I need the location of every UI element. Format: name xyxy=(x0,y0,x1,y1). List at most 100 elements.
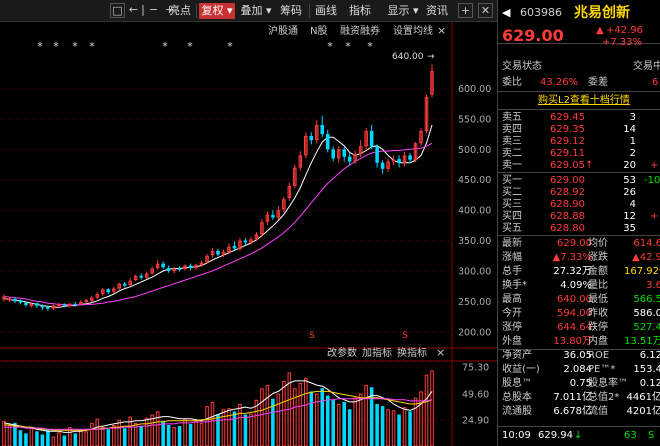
news-button[interactable]: 资讯 xyxy=(424,3,450,19)
volume-bar xyxy=(166,425,171,446)
highlights-button[interactable]: 亮点 xyxy=(166,3,194,19)
candle-body xyxy=(57,304,61,306)
commission-ratio-value: 43.26% xyxy=(540,77,579,88)
stat-label: 今开 xyxy=(502,308,522,319)
add-icon[interactable]: + xyxy=(458,3,473,18)
indicator-menu-item[interactable]: 改参数 xyxy=(327,346,357,359)
volume-bar xyxy=(144,417,149,446)
volume-bar xyxy=(408,411,412,446)
volume-bar xyxy=(172,427,176,446)
stat-value: 167.92亿 xyxy=(624,266,660,277)
close-icon[interactable]: ✕ xyxy=(478,3,493,18)
event-star-icon: * xyxy=(162,40,168,53)
candle-body xyxy=(35,303,39,306)
candle-body xyxy=(391,159,396,162)
stat-label: 跌停 xyxy=(588,322,608,333)
stat-label: ROE xyxy=(588,350,610,361)
volume-bar xyxy=(254,399,259,446)
bid-volume: 35 xyxy=(623,223,636,234)
candle-body xyxy=(188,265,193,268)
volume-bar xyxy=(282,380,286,446)
candle-body xyxy=(271,215,275,218)
stat-value: ▲7.33% xyxy=(552,252,592,263)
price-tick-label: 450.00 xyxy=(458,175,491,186)
stat-value: 153.4 xyxy=(633,364,660,375)
kline-chart-area[interactable]: 600.00 550.00 500.00 450.00 400.00 350.00 300.… xyxy=(0,22,497,446)
indicator-menu-item[interactable]: 加指标 xyxy=(362,346,392,359)
candle-body xyxy=(408,155,412,160)
indicator-close-icon[interactable]: × xyxy=(436,346,445,359)
stat-value: 6.678亿 xyxy=(553,406,592,417)
event-star-icon: * xyxy=(89,40,95,53)
price-tick-label: 550.00 xyxy=(458,114,491,125)
toolbar-separator xyxy=(309,4,310,18)
ask-volume: 3 xyxy=(629,112,636,123)
volume-bar xyxy=(276,393,281,446)
volume-bar xyxy=(265,385,270,446)
volume-bar xyxy=(342,401,346,446)
volume-bar xyxy=(424,374,429,446)
overlay-button[interactable]: 叠加 ▾ xyxy=(238,3,274,19)
display-button[interactable]: 显示 ▾ xyxy=(385,3,421,19)
ask-price: 629.11 xyxy=(550,148,585,159)
bid-price: 629.00 xyxy=(550,175,585,186)
drawing-button[interactable]: 画线 xyxy=(313,3,339,19)
ask-price: 629.12 xyxy=(550,136,585,147)
candle-body xyxy=(232,246,237,249)
volume-bar xyxy=(79,430,83,446)
trade-status-value: 交易中 xyxy=(633,61,660,72)
candle-body xyxy=(331,149,336,159)
stat-value: 629.00 xyxy=(557,238,592,249)
volume-bar xyxy=(347,409,352,446)
volume-bar xyxy=(260,388,264,446)
event-tag: 沪股通 xyxy=(268,24,298,37)
volume-bar xyxy=(397,414,401,446)
volume-bar xyxy=(35,431,39,446)
volume-bar xyxy=(122,428,127,446)
candle-body xyxy=(347,156,352,162)
candle-body xyxy=(7,298,12,301)
volume-bar xyxy=(117,419,122,446)
stat-label: PE™* xyxy=(588,364,616,375)
bid-price: 628.80 xyxy=(550,223,585,234)
volume-bar xyxy=(90,422,94,446)
select-box-icon[interactable]: □ xyxy=(110,3,125,18)
stat-label: 收益(一) xyxy=(502,364,540,375)
commission-diff-value: 6 xyxy=(652,77,659,88)
tick-footer: 10:09 629.94 ↓ 63 S xyxy=(498,426,660,446)
ma5-line xyxy=(3,124,433,309)
zoom-out-icon[interactable]: − xyxy=(146,3,161,18)
back-arrow-icon[interactable]: ← xyxy=(126,3,141,18)
kline-chart[interactable]: 600.00 550.00 500.00 450.00 400.00 350.00 300.… xyxy=(0,22,497,446)
stat-value: 640.00 xyxy=(557,294,592,305)
high-arrow-icon: → xyxy=(427,52,435,62)
volume-bar xyxy=(73,433,78,446)
ask-volume: 1 xyxy=(629,136,636,147)
stat-label: 涨停 xyxy=(502,322,522,333)
indicator-button[interactable]: 指标 xyxy=(347,3,373,19)
candle-body xyxy=(216,250,220,255)
tick-price: 629.94 xyxy=(538,430,573,441)
volume-bar xyxy=(353,397,357,446)
ask-level-label: 卖一 xyxy=(502,160,522,171)
volume-bar xyxy=(188,423,193,446)
stat-value: 527.4 xyxy=(633,322,660,333)
candle-body xyxy=(18,300,23,303)
chips-button[interactable]: 筹码 xyxy=(278,3,304,19)
adjust-button[interactable]: 复权 ▾ xyxy=(199,3,235,19)
divider xyxy=(498,91,660,92)
collapse-arrow-icon[interactable]: ◀ xyxy=(502,7,510,19)
volume-bar xyxy=(177,426,182,446)
stat-label: 总值2* xyxy=(588,392,620,403)
volume-bar xyxy=(325,395,330,446)
quote-panel: ◀ 603986 兆易创新 629.00 ▲ +42.96 +7.33% 交易状… xyxy=(497,0,660,446)
stat-value: 4201亿 xyxy=(626,406,660,417)
volume-bar xyxy=(221,409,226,446)
event-tag: N股 xyxy=(310,25,327,37)
candle-body xyxy=(243,240,248,243)
indicator-menu-item[interactable]: 换指标 xyxy=(397,346,427,359)
level2-promo-link[interactable]: 购买L2查看十档行情 xyxy=(538,95,630,107)
volume-bar xyxy=(84,431,89,446)
quote-header: ◀ 603986 兆易创新 629.00 ▲ +42.96 +7.33% xyxy=(498,0,660,48)
bid-level-label: 买五 xyxy=(502,223,522,234)
